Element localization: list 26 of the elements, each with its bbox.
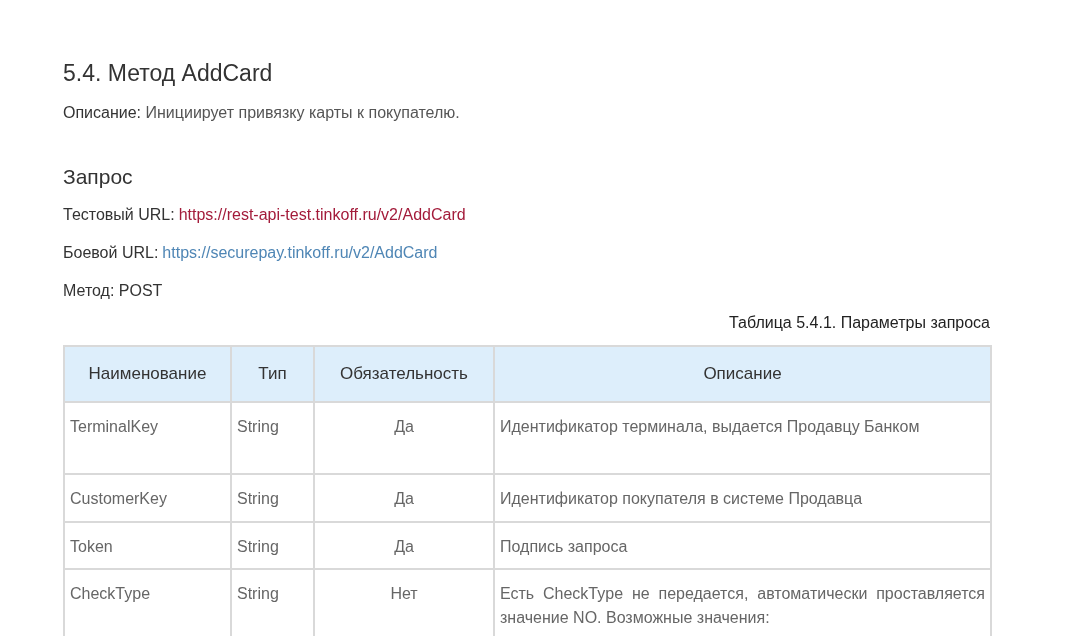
- table-cell: CheckType: [64, 568, 231, 636]
- column-header: Описание: [494, 345, 991, 402]
- table-cell: Да: [314, 521, 494, 569]
- page-heading: 5.4. Метод AddCard: [63, 59, 274, 88]
- table-cell: String: [231, 401, 314, 474]
- table-cell: Идентификатор терминала, выдается Продавцу Банком: [494, 401, 991, 474]
- table-cell: CustomerKey: [64, 473, 231, 522]
- table-cell: Идентификатор покупателя в системе Продавца: [494, 473, 991, 522]
- method-text: Метод: POST: [63, 280, 164, 301]
- url-label: Тестовый URL:: [63, 204, 175, 225]
- column-header: Тип: [231, 345, 314, 402]
- table-caption: Таблица 5.4.1. Параметры запроса: [729, 312, 990, 333]
- table-cell: String: [231, 473, 314, 522]
- url-link[interactable]: https://securepay.tinkoff.ru/v2/AddCard: [162, 240, 438, 265]
- url-label: Боевой URL:: [63, 242, 159, 263]
- table-cell: Token: [64, 521, 231, 569]
- column-header: Наименование: [64, 345, 231, 402]
- description-text: Описание: Инициирует привязку карты к покупателю.: [63, 103, 461, 123]
- table-cell: TerminalKey: [64, 401, 231, 474]
- table-cell: Подпись запроса: [494, 521, 991, 569]
- column-header: Обязательность: [314, 345, 494, 402]
- table-cell: Да: [314, 401, 494, 474]
- table-cell: Да: [314, 473, 494, 522]
- section-title: Запрос: [63, 164, 134, 190]
- table-cell: String: [231, 521, 314, 569]
- url-link[interactable]: https://rest-api-test.tinkoff.ru/v2/AddCard: [178, 202, 466, 227]
